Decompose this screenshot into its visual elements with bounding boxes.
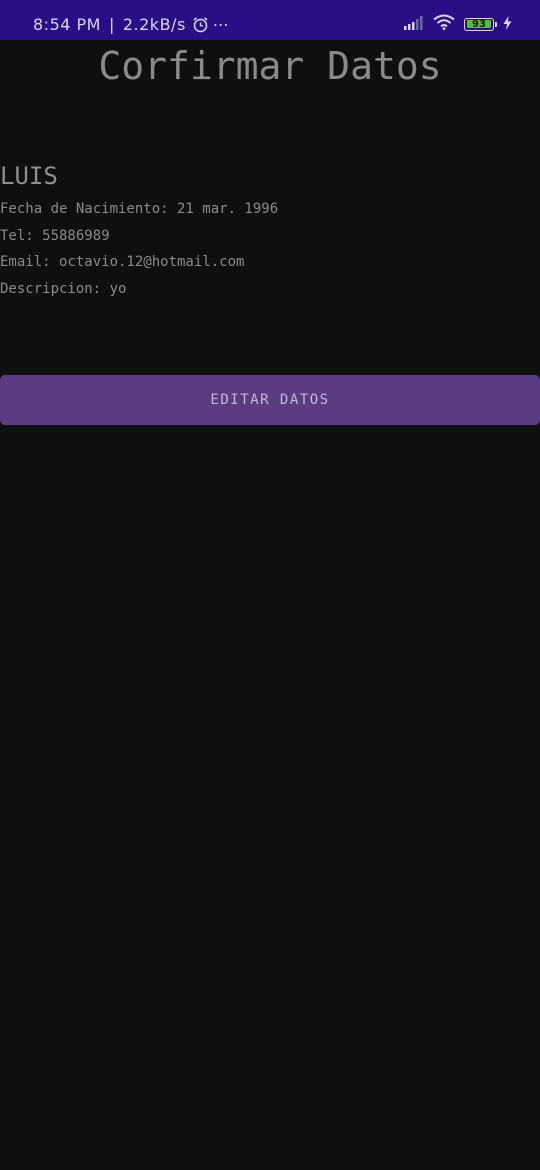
description-text: Descripcion: yo <box>0 281 127 297</box>
signal-icon <box>404 15 424 34</box>
network-speed: 2.2kB/s <box>122 14 186 34</box>
status-bar: 8:54 PM | 2.2kB/s ⋯ 93 <box>0 0 540 40</box>
alarm-icon <box>192 16 209 33</box>
profile-name: LUIS <box>0 162 58 190</box>
birth-date-text: Fecha de Nacimiento: 21 mar. 1996 <box>0 201 279 217</box>
page-title: Corfirmar Datos <box>98 44 442 88</box>
edit-data-button[interactable]: EDITAR DATOS <box>0 375 540 425</box>
charging-icon <box>503 15 512 34</box>
wifi-icon <box>433 14 455 34</box>
status-right: 93 <box>404 0 512 48</box>
email-text: Email: octavio.12@hotmail.com <box>0 254 245 270</box>
battery-level: 93 <box>472 18 486 30</box>
status-left: 8:54 PM | 2.2kB/s ⋯ <box>33 0 230 48</box>
more-notifications-icon: ⋯ <box>212 14 230 34</box>
status-time: 8:54 PM <box>33 14 101 34</box>
phone-text: Tel: 55886989 <box>0 228 110 244</box>
battery-icon: 93 <box>464 17 497 31</box>
status-separator: | <box>108 14 115 34</box>
